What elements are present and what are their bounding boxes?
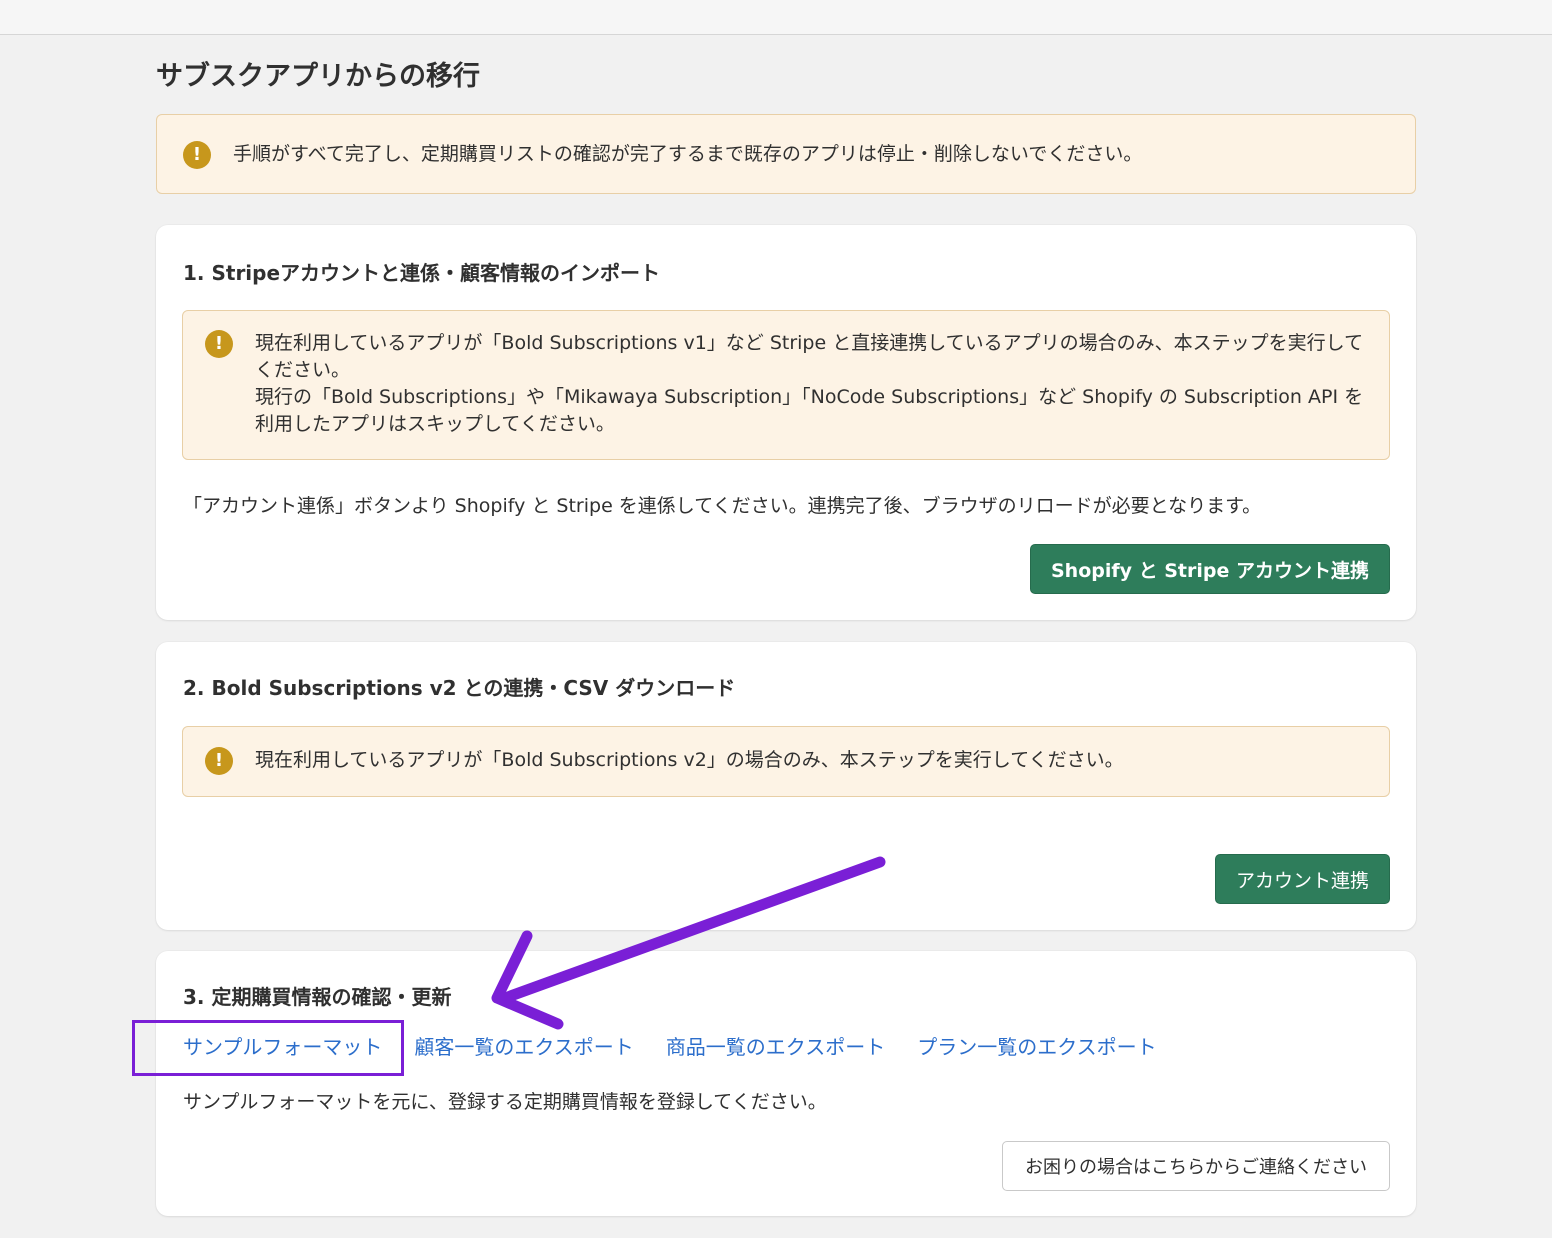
sample-format-link[interactable]: サンプルフォーマット: [183, 1031, 382, 1060]
step3-description: サンプルフォーマットを元に、登録する定期購買情報を登録してください。: [183, 1091, 827, 1113]
step1-description: 「アカウント連係」ボタンより Shopify と Stripe を連係してくださ…: [183, 495, 1262, 517]
step3-links: サンプルフォーマット 顧客一覧のエクスポート 商品一覧のエクスポート プラン一覧…: [183, 1031, 1157, 1060]
step2-card: 2. Bold Subscriptions v2 との連携・CSV ダウンロード…: [156, 642, 1416, 930]
step1-warning-line2: 現行の「Bold Subscriptions」や「Mikawaya Subscr…: [255, 386, 1364, 435]
exclamation-circle-icon: !: [205, 330, 233, 358]
step1-card: 1. Stripeアカウントと連係・顧客情報のインポート ! 現在利用しているア…: [156, 225, 1416, 620]
step1-title: 1. Stripeアカウントと連係・顧客情報のインポート: [183, 261, 661, 285]
step2-title: 2. Bold Subscriptions v2 との連携・CSV ダウンロード: [183, 676, 736, 700]
page-title: サブスクアプリからの移行: [156, 61, 480, 92]
export-plans-link[interactable]: プラン一覧のエクスポート: [917, 1031, 1156, 1060]
step2-warning-text: 現在利用しているアプリが「Bold Subscriptions v2」の場合のみ…: [255, 749, 1124, 771]
top-warning-banner: ! 手順がすべて完了し、定期購買リストの確認が完了するまで既存のアプリは停止・削…: [156, 114, 1416, 194]
contact-support-button[interactable]: お困りの場合はこちらからご連絡ください: [1002, 1141, 1390, 1191]
top-warning-text: 手順がすべて完了し、定期購買リストの確認が完了するまで既存のアプリは停止・削除し…: [233, 143, 1143, 165]
step2-warning-banner: ! 現在利用しているアプリが「Bold Subscriptions v2」の場合…: [182, 726, 1390, 797]
shopify-stripe-connect-button[interactable]: Shopify と Stripe アカウント連携: [1029, 544, 1390, 594]
export-customers-link[interactable]: 顧客一覧のエクスポート: [414, 1031, 633, 1060]
export-products-link[interactable]: 商品一覧のエクスポート: [666, 1031, 885, 1060]
account-connect-button[interactable]: アカウント連携: [1214, 854, 1390, 904]
step1-warning-text: 現在利用しているアプリが「Bold Subscriptions v1」など St…: [255, 330, 1365, 438]
step1-warning-line1: 現在利用しているアプリが「Bold Subscriptions v1」など St…: [255, 332, 1364, 381]
step1-warning-banner: ! 現在利用しているアプリが「Bold Subscriptions v1」など …: [182, 310, 1390, 460]
step3-title: 3. 定期購買情報の確認・更新: [183, 985, 452, 1009]
step3-card: 3. 定期購買情報の確認・更新 サンプルフォーマット 顧客一覧のエクスポート 商…: [156, 951, 1416, 1216]
exclamation-circle-icon: !: [183, 141, 211, 169]
exclamation-circle-icon: !: [205, 747, 233, 775]
top-bar: [0, 0, 1552, 35]
